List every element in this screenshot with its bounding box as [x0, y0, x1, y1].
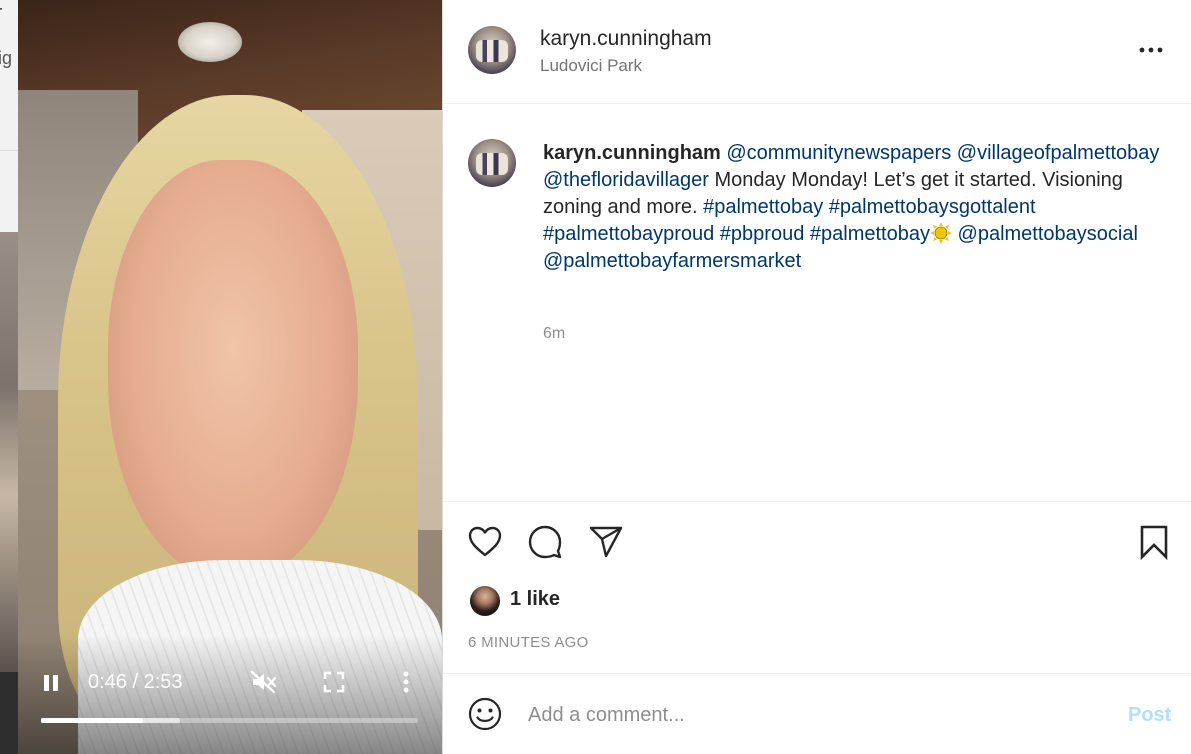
- caption-mention[interactable]: @palmettobaysocial: [958, 223, 1138, 245]
- video-player[interactable]: 0:46 / 2:53: [18, 0, 442, 754]
- video-controls: 0:46 / 2:53: [18, 660, 442, 710]
- divider: [443, 673, 1191, 674]
- post-caption: karyn.cunningham @communitynewspapers @v…: [543, 140, 1168, 275]
- post-time-ago[interactable]: 6 MINUTES AGO: [468, 634, 589, 651]
- more-vertical-icon[interactable]: [396, 670, 416, 694]
- caption-mention[interactable]: @communitynewspapers: [726, 142, 951, 164]
- background-page-bottom: [0, 672, 18, 754]
- video-progress-bar[interactable]: [41, 718, 418, 723]
- caption-hashtag[interactable]: #pbproud: [720, 223, 805, 245]
- background-page-top: [0, 0, 18, 232]
- video-subject-face: [108, 160, 358, 580]
- emoji-icon[interactable]: [468, 697, 502, 731]
- sun-emoji-icon: [929, 222, 952, 244]
- divider: [443, 501, 1191, 502]
- divider: [443, 103, 1191, 104]
- avatar[interactable]: [468, 26, 516, 74]
- background-text-fragment: ig: [0, 48, 13, 68]
- comment-icon[interactable]: [527, 524, 563, 560]
- header-location[interactable]: Ludovici Park: [540, 56, 642, 76]
- caption-username[interactable]: karyn.cunningham: [543, 142, 721, 164]
- caption-mention[interactable]: @villageofpalmettobay: [957, 142, 1160, 164]
- background-photo: [0, 232, 18, 672]
- background-text-fragment: r: [0, 0, 1, 26]
- more-horizontal-icon[interactable]: [1137, 38, 1165, 62]
- comment-input[interactable]: [528, 700, 1108, 730]
- fullscreen-icon[interactable]: [322, 670, 346, 694]
- avatar[interactable]: [468, 139, 516, 187]
- like-count[interactable]: 1 like: [510, 588, 560, 611]
- video-time: 0:46 / 2:53: [88, 671, 183, 693]
- header-username[interactable]: karyn.cunningham: [540, 27, 712, 51]
- post-comment-button[interactable]: Post: [1128, 704, 1171, 727]
- caption-mention[interactable]: @thefloridavillager: [543, 169, 709, 191]
- liker-avatar[interactable]: [470, 586, 500, 616]
- volume-muted-icon[interactable]: [250, 670, 278, 694]
- caption-hashtag[interactable]: #palmettobayproud: [543, 223, 714, 245]
- caption-hashtag[interactable]: #palmettobay: [703, 196, 823, 218]
- bookmark-icon[interactable]: [1136, 524, 1172, 560]
- caption-hashtag[interactable]: #palmettobaysgottalent: [829, 196, 1036, 218]
- caption-mention[interactable]: @palmettobayfarmersmarket: [543, 250, 801, 272]
- video-ceiling-light: [178, 22, 242, 62]
- heart-icon[interactable]: [467, 524, 503, 560]
- background-divider: [0, 150, 18, 151]
- pause-icon[interactable]: [40, 672, 62, 694]
- share-icon[interactable]: [588, 524, 624, 560]
- video-played: [41, 718, 143, 723]
- caption-hashtag[interactable]: #palmettobay: [810, 223, 930, 245]
- post-panel: karyn.cunningham Ludovici Park karyn.cun…: [443, 0, 1191, 754]
- background-page-strip: r ig: [0, 0, 18, 754]
- caption-timestamp[interactable]: 6m: [543, 325, 565, 343]
